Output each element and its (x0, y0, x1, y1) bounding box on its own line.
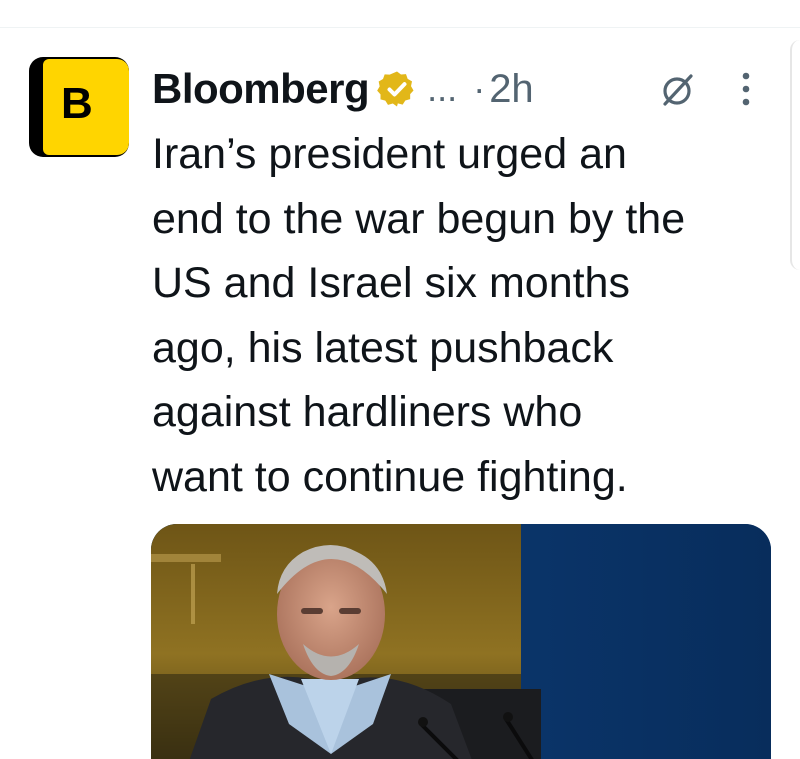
tweet-text: Iran’s president urged an end to the war… (152, 122, 792, 509)
tweet-timestamp[interactable]: 2h (489, 67, 534, 112)
tweet-screen: B Bloomberg ... · 2h Iran’s president ur… (0, 0, 800, 759)
verified-badge-icon (377, 69, 417, 109)
author-name[interactable]: Bloomberg (152, 65, 370, 113)
tweet-media-photo[interactable] (151, 524, 771, 759)
avatar-logo-letter: B (61, 79, 93, 128)
photo-illustration (151, 524, 771, 759)
more-vertical-icon[interactable] (734, 68, 758, 110)
tweet-header: Bloomberg ... · 2h (152, 62, 534, 116)
meta-separator: · (473, 68, 486, 109)
tweet-text-line: ago, his latest pushback (152, 323, 614, 372)
grok-icon[interactable] (660, 72, 696, 108)
tweet-text-line: against hardliners who (152, 388, 583, 436)
avatar-logo-background: B (43, 59, 129, 155)
avatar[interactable]: B (29, 57, 129, 157)
tweet-text-line: end to the war begun by the (152, 194, 686, 243)
tweet-text-line: want to continue fighting. (152, 452, 628, 501)
tweet-text-line: Iran’s president urged an (152, 130, 627, 178)
author-handle-truncated[interactable]: ... (427, 68, 457, 110)
tweet-text-line: US and Israel six months (152, 259, 630, 307)
top-divider (0, 27, 800, 28)
